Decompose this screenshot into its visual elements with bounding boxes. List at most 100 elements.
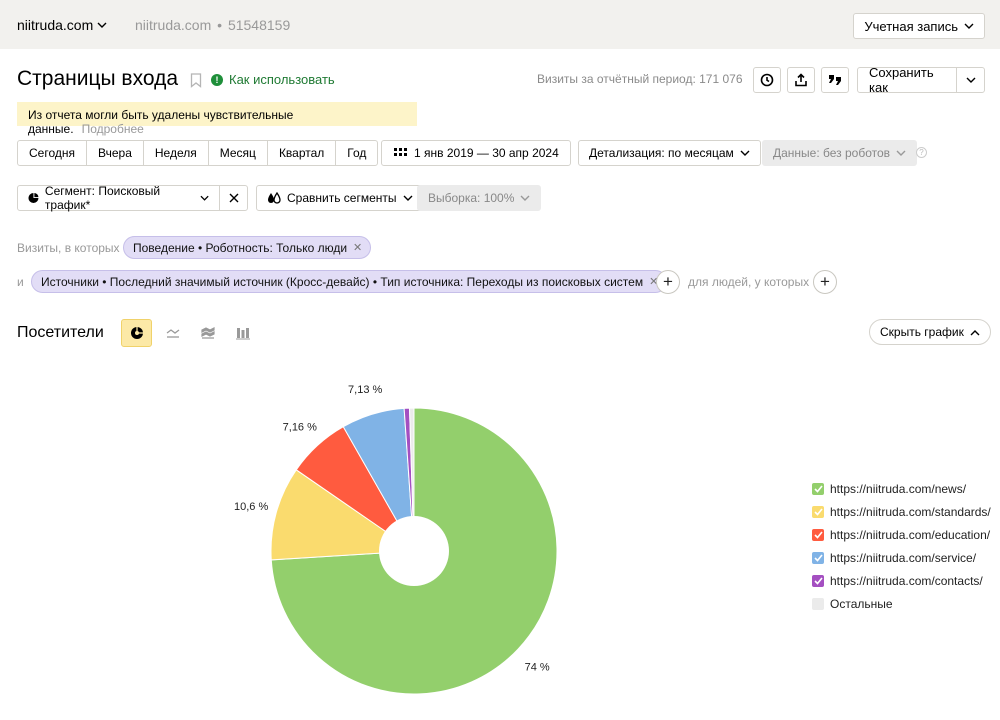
robots-label: Данные: без роботов: [773, 146, 891, 160]
segment-dropdown[interactable]: Сегмент: Поисковый трафик*: [17, 184, 220, 212]
compare-segments-button[interactable]: Сравнить сегменты: [256, 185, 424, 211]
checkbox-icon[interactable]: [812, 551, 824, 564]
and-label: и: [17, 275, 24, 289]
checkbox-icon[interactable]: [812, 505, 824, 518]
date-range-button[interactable]: 1 янв 2019 — 30 апр 2024: [381, 140, 571, 166]
add-condition-button[interactable]: +: [656, 270, 680, 294]
chart-legend: https://niitruda.com/news/https://niitru…: [812, 477, 991, 615]
export-button[interactable]: [787, 67, 815, 93]
bookmark-icon[interactable]: [190, 73, 202, 88]
account-label: Учетная запись: [864, 18, 958, 34]
people-filter-label: для людей, у которых: [688, 275, 810, 289]
howto-link[interactable]: ! Как использовать: [211, 72, 335, 87]
sample-dropdown[interactable]: Выборка: 100%: [417, 185, 542, 211]
compare-label: Сравнить сегменты: [287, 191, 397, 205]
pie-segment-icon: [28, 193, 39, 203]
notice-more-link[interactable]: Подробнее: [82, 122, 144, 136]
drops-icon: [268, 192, 281, 204]
period-yesterday[interactable]: Вчера: [87, 141, 144, 165]
save-as-button[interactable]: Сохранить как: [857, 65, 985, 95]
close-icon[interactable]: ✕: [353, 241, 362, 254]
legend-label: https://niitruda.com/contacts/: [830, 573, 983, 588]
filter-chip-label: Источники • Последний значимый источник …: [41, 274, 644, 289]
segment-label: Сегмент: Поисковый трафик*: [44, 184, 161, 212]
legend-item[interactable]: https://niitruda.com/education/: [812, 523, 991, 546]
segment-clear-button[interactable]: [219, 185, 248, 211]
quote-icon: [829, 75, 841, 85]
info-icon: !: [211, 73, 223, 86]
filter-chip-robots[interactable]: Поведение • Роботность: Только люди ✕: [123, 236, 372, 259]
donut-hole: [379, 516, 449, 586]
share-button[interactable]: [821, 67, 849, 93]
chevron-up-icon: [970, 329, 980, 335]
chart-type-pie[interactable]: [121, 319, 152, 347]
calendar-icon: [394, 148, 407, 156]
pie-chart-icon: [130, 327, 143, 339]
chevron-down-icon: [97, 22, 107, 28]
legend-item[interactable]: Остальные: [812, 592, 991, 615]
howto-label: Как использовать: [229, 72, 335, 87]
hide-chart-button[interactable]: Скрыть график: [869, 319, 991, 345]
notice-text: Из отчета могли быть удалены чувствитель…: [28, 108, 294, 136]
sensitive-data-notice: Из отчета могли быть удалены чувствитель…: [17, 102, 417, 136]
checkbox-icon[interactable]: [812, 482, 824, 495]
site-selector[interactable]: niitruda.com: [17, 17, 107, 33]
chevron-down-icon: [964, 23, 974, 29]
pie-data-label-1: 10,6 %: [234, 501, 268, 513]
legend-label: https://niitruda.com/news/: [830, 481, 967, 496]
account-button[interactable]: Учетная запись: [853, 13, 985, 39]
chart-type-bar[interactable]: [227, 319, 258, 347]
checkbox-icon[interactable]: [812, 528, 824, 541]
add-people-condition-button[interactable]: +: [813, 270, 837, 294]
period-week[interactable]: Неделя: [144, 141, 209, 165]
legend-label: https://niitruda.com/standards/: [830, 504, 991, 519]
site-name: niitruda.com: [17, 17, 94, 33]
page-title: Страницы входа: [17, 67, 178, 90]
chevron-down-icon: [200, 195, 209, 201]
visits-total: Визиты за отчётный период: 171 076: [537, 72, 743, 86]
legend-item[interactable]: https://niitruda.com/standards/: [812, 500, 991, 523]
checkbox-icon[interactable]: [812, 597, 824, 610]
chart-type-area[interactable]: [192, 319, 223, 347]
chevron-down-icon: [520, 195, 530, 201]
legend-item[interactable]: https://niitruda.com/service/: [812, 546, 991, 569]
detail-dropdown[interactable]: Детализация: по месяцам: [578, 140, 761, 166]
filter-chip-source[interactable]: Источники • Последний значимый источник …: [31, 270, 668, 293]
line-chart-icon: [166, 329, 179, 338]
period-year[interactable]: Год: [336, 141, 377, 165]
robots-dropdown[interactable]: Данные: без роботов: [762, 140, 918, 166]
upload-icon: [795, 73, 807, 87]
area-chart-icon: [200, 327, 215, 339]
close-icon: [229, 193, 238, 203]
clock-icon: [760, 73, 774, 87]
legend-label: https://niitruda.com/service/: [830, 550, 977, 565]
legend-item[interactable]: https://niitruda.com/contacts/: [812, 569, 991, 592]
help-icon[interactable]: ?: [916, 147, 927, 158]
pie-chart: 74 % 10,6 % 7,16 % 7,13 %: [234, 384, 558, 695]
legend-label: Остальные: [830, 596, 893, 611]
checkbox-icon[interactable]: [812, 574, 824, 587]
period-quarter[interactable]: Квартал: [268, 141, 337, 165]
period-today[interactable]: Сегодня: [18, 141, 87, 165]
history-button[interactable]: [753, 67, 781, 93]
chart-section-title: Посетители: [17, 324, 104, 341]
date-range-label: 1 янв 2019 — 30 апр 2024: [414, 146, 559, 160]
top-bar: niitruda.com niitruda.com • 51548159 Уче…: [0, 0, 1000, 49]
counter-id: 51548159: [227, 17, 291, 33]
period-month[interactable]: Месяц: [209, 141, 268, 165]
period-selector: Сегодня Вчера Неделя Месяц Квартал Год: [17, 140, 379, 166]
save-as-label: Сохранить как: [858, 65, 957, 95]
legend-label: https://niitruda.com/education/: [830, 527, 991, 542]
sample-label: Выборка: 100%: [428, 191, 515, 205]
chevron-down-icon: [966, 77, 975, 83]
chart-type-line[interactable]: [157, 319, 188, 347]
save-as-dropdown[interactable]: [957, 77, 984, 84]
visits-filter-label: Визиты, в которых: [17, 241, 120, 255]
chevron-down-icon: [740, 150, 750, 156]
chevron-down-icon: [403, 195, 413, 201]
legend-item[interactable]: https://niitruda.com/news/: [812, 477, 991, 500]
hide-chart-label: Скрыть график: [880, 325, 964, 339]
chevron-down-icon: [896, 150, 906, 156]
filter-chip-label: Поведение • Роботность: Только люди: [133, 240, 348, 255]
site-meta: niitruda.com • 51548159: [135, 17, 291, 33]
